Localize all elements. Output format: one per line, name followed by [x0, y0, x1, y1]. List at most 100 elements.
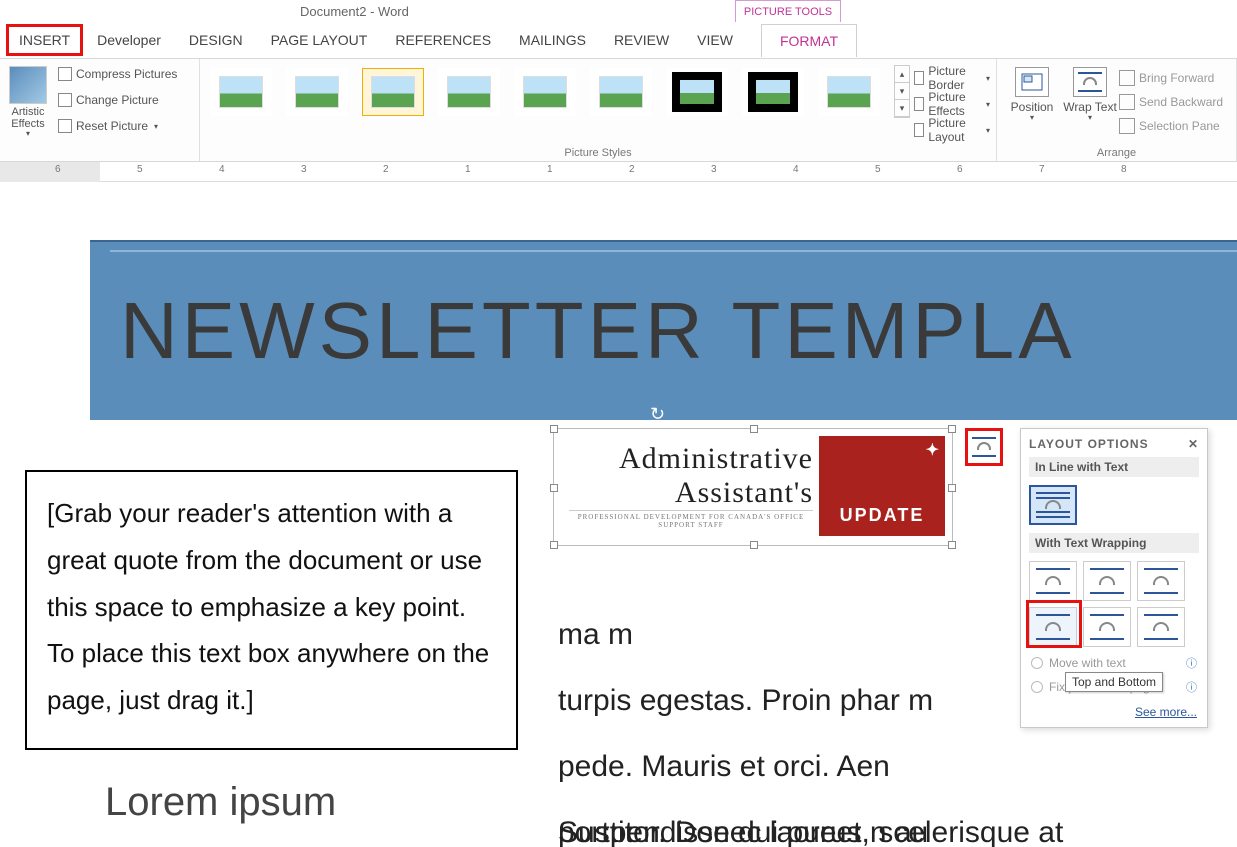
section-inline: In Line with Text: [1029, 457, 1199, 477]
resize-handle[interactable]: [948, 425, 956, 433]
wrap-text-button[interactable]: Wrap Text ▾: [1061, 63, 1119, 123]
style-thumb[interactable]: [742, 68, 804, 116]
picture-effects-button[interactable]: Picture Effects ▾: [914, 93, 990, 115]
section-heading: Lorem ipsum: [105, 780, 336, 825]
change-picture-button[interactable]: Change Picture: [56, 89, 179, 111]
group-label-arrange: Arrange: [1003, 145, 1230, 161]
picture-layout-button[interactable]: Picture Layout ▾: [914, 119, 990, 141]
selection-pane-icon: [1119, 118, 1135, 134]
gallery-scroll[interactable]: ▴ ▾ ▾: [894, 65, 910, 118]
layout-options-launcher[interactable]: [965, 428, 1003, 466]
ruler-mark: 6: [55, 164, 61, 175]
effects-icon: [914, 97, 924, 111]
style-thumb[interactable]: [438, 68, 500, 116]
ruler-mark: 1: [547, 164, 553, 175]
style-thumb[interactable]: [514, 68, 576, 116]
send-backward-button[interactable]: Send Backward: [1119, 91, 1223, 113]
style-thumb[interactable]: [590, 68, 652, 116]
resize-handle[interactable]: [550, 484, 558, 492]
send-backward-icon: [1119, 94, 1135, 110]
style-thumb[interactable]: [818, 68, 880, 116]
picture-border-button[interactable]: Picture Border ▾: [914, 67, 990, 89]
ruler-mark: 2: [383, 164, 389, 175]
pull-quote-text: [Grab your reader's attention with a gre…: [47, 498, 489, 715]
compress-pictures-button[interactable]: Compress Pictures: [56, 63, 179, 85]
tab-format[interactable]: FORMAT: [761, 24, 857, 57]
tab-insert[interactable]: INSERT: [6, 24, 83, 56]
context-tab-picture-tools[interactable]: PICTURE TOOLS: [735, 0, 841, 22]
rotate-handle-icon[interactable]: ↻: [650, 404, 665, 425]
gallery-more-icon[interactable]: ▾: [895, 100, 909, 117]
wrap-text-icon: [1073, 67, 1107, 97]
inserted-picture[interactable]: Administrative Assistant's PROFESSIONAL …: [561, 436, 945, 536]
logo-tagline: PROFESSIONAL DEVELOPMENT FOR CANADA'S OF…: [569, 510, 813, 529]
tab-mailings[interactable]: MAILINGS: [505, 24, 600, 56]
resize-handle[interactable]: [550, 541, 558, 549]
style-thumb[interactable]: [210, 68, 272, 116]
layout-options-icon: [972, 437, 996, 457]
ruler-mark: 5: [875, 164, 881, 175]
close-icon[interactable]: ✕: [1188, 437, 1199, 451]
banner-title: NEWSLETTER TEMPLA: [120, 285, 1076, 377]
style-thumb[interactable]: [286, 68, 348, 116]
logo-line2: Assistant's: [675, 476, 813, 510]
maple-leaf-icon: ✦: [926, 440, 941, 460]
ruler-mark: 8: [1121, 164, 1127, 175]
artistic-effects-button[interactable]: Artistic Effects ▾: [6, 63, 50, 139]
style-thumb-selected[interactable]: [362, 68, 424, 116]
pencil-icon: [914, 71, 924, 85]
reset-picture-button[interactable]: Reset Picture ▾: [56, 115, 179, 137]
tab-references[interactable]: REFERENCES: [381, 24, 505, 56]
selection-pane-button[interactable]: Selection Pane: [1119, 115, 1223, 137]
ruler-mark: 4: [793, 164, 799, 175]
logo-line1: Administrative: [569, 442, 813, 476]
compress-icon: [58, 67, 72, 81]
bring-forward-button[interactable]: Bring Forward: [1119, 67, 1223, 89]
document-canvas[interactable]: NEWSLETTER TEMPLA ↻ Administrative Assis…: [0, 182, 1237, 847]
artistic-effects-icon: [9, 66, 47, 104]
logo-badge: UPDATE: [840, 505, 925, 526]
scroll-down-icon[interactable]: ▾: [895, 83, 909, 100]
dropdown-icon: ▾: [986, 74, 990, 83]
tab-review[interactable]: REVIEW: [600, 24, 683, 56]
ruler-mark: 4: [219, 164, 225, 175]
style-thumb[interactable]: [666, 68, 728, 116]
ribbon-tabs: INSERT Developer DESIGN PAGE LAYOUT REFE…: [0, 22, 1237, 58]
position-button[interactable]: Position ▾: [1003, 63, 1061, 123]
tab-view[interactable]: VIEW: [683, 24, 747, 56]
dropdown-icon: ▾: [1088, 114, 1092, 123]
ruler-mark: 3: [301, 164, 307, 175]
bring-forward-icon: [1119, 70, 1135, 86]
newsletter-banner: NEWSLETTER TEMPLA: [90, 240, 1237, 420]
resize-handle[interactable]: [948, 484, 956, 492]
position-icon: [1015, 67, 1049, 97]
tab-page-layout[interactable]: PAGE LAYOUT: [257, 24, 382, 56]
ruler-mark: 1: [465, 164, 471, 175]
dropdown-icon: ▾: [986, 126, 990, 135]
dropdown-icon: ▾: [1030, 114, 1034, 123]
ruler-mark: 6: [957, 164, 963, 175]
body-text-bottom: Suspendisse dui purus, scelerisque at: [558, 816, 1237, 847]
ribbon: Artistic Effects ▾ Compress Pictures Cha…: [0, 58, 1237, 162]
layout-icon: [914, 123, 924, 137]
pull-quote-textbox[interactable]: [Grab your reader's attention with a gre…: [25, 470, 518, 750]
tab-developer[interactable]: Developer: [83, 24, 175, 56]
layout-opt-inline[interactable]: [1029, 485, 1077, 525]
resize-handle[interactable]: [550, 425, 558, 433]
dropdown-icon: ▾: [154, 122, 158, 131]
ruler-mark: 2: [629, 164, 635, 175]
dropdown-icon: ▾: [26, 130, 30, 139]
picture-styles-gallery[interactable]: ▴ ▾ ▾: [206, 63, 914, 120]
scroll-up-icon[interactable]: ▴: [895, 66, 909, 83]
group-label-picture-styles: Picture Styles: [206, 145, 990, 161]
ruler-mark: 3: [711, 164, 717, 175]
document-title: Document2 - Word: [300, 4, 409, 19]
tab-design[interactable]: DESIGN: [175, 24, 257, 56]
resize-handle[interactable]: [750, 425, 758, 433]
horizontal-ruler[interactable]: 6 5 4 3 2 1 1 2 3 4 5 6 7 8: [0, 162, 1237, 182]
body-text: ma m turpis egestas. Proin phar m pede. …: [558, 536, 1237, 847]
title-bar: Document2 - Word PICTURE TOOLS: [0, 0, 1237, 22]
group-label-adjust: [6, 145, 193, 161]
ruler-mark: 7: [1039, 164, 1045, 175]
ruler-mark: 5: [137, 164, 143, 175]
